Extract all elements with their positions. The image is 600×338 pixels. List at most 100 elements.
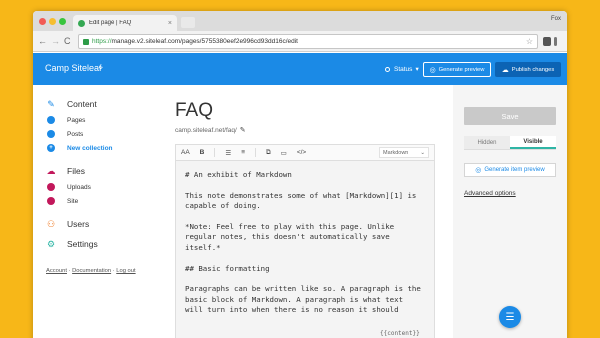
editor-line: This note demonstrates some of what [Mar…	[185, 190, 417, 211]
logout-link[interactable]: Log out	[116, 268, 135, 274]
font-size-icon[interactable]: AA	[181, 149, 190, 156]
chat-icon: ☰	[505, 311, 515, 323]
hidden-option[interactable]: Hidden	[464, 136, 510, 149]
browser-window: Edit page | FAQ × Fox ← → C https:// man…	[33, 11, 567, 338]
status-label: Status	[394, 65, 413, 73]
post-icon	[47, 130, 55, 138]
sidebar-label: Pages	[67, 116, 86, 124]
sidebar-label: Uploads	[67, 183, 91, 191]
sidebar-item-posts[interactable]: Posts	[47, 130, 83, 138]
sidebar-label: Settings	[67, 239, 98, 249]
sidebar-label: Files	[67, 166, 85, 176]
cloud-icon: ☁	[501, 66, 509, 74]
status-dot-icon	[385, 66, 390, 72]
back-icon[interactable]: ←	[38, 36, 47, 46]
forward-icon[interactable]: →	[51, 36, 60, 46]
pencil-icon: ✎	[47, 99, 55, 109]
generate-preview-button[interactable]: ◎ Generate preview	[423, 62, 491, 77]
profile-name[interactable]: Fox	[551, 16, 561, 22]
markdown-editor[interactable]: # An exhibit of Markdown This note demon…	[175, 160, 435, 338]
bullet-list-icon[interactable]: ☰	[225, 149, 231, 157]
sidebar: ✎ Content Pages Posts + New collection ☁…	[33, 85, 157, 338]
permalink-text: camp.siteleaf.net/faq/	[175, 126, 237, 134]
minimize-window-icon[interactable]	[49, 18, 56, 25]
sidebar-item-pages[interactable]: Pages	[47, 116, 85, 124]
cloud-icon: ☁	[46, 166, 56, 176]
code-icon[interactable]: </>	[297, 149, 306, 156]
generate-item-preview-button[interactable]: ◎ Generate item preview	[464, 163, 556, 177]
advanced-options-link[interactable]: Advanced options	[464, 190, 516, 197]
publish-changes-label: Publish changes	[511, 66, 555, 73]
eye-icon: ◎	[429, 66, 436, 74]
sidebar-footer: Account · Documentation · Log out	[46, 268, 136, 274]
toolbar-divider	[214, 148, 216, 157]
content-variable-tag: {{content}}	[378, 330, 422, 337]
menu-icon[interactable]	[554, 37, 557, 46]
browser-toolbar: ← → C https:// manage.v2.siteleaf.com/pa…	[33, 31, 567, 52]
status-dropdown[interactable]: Status ▾	[385, 65, 419, 73]
documentation-link[interactable]: Documentation	[72, 268, 111, 274]
close-window-icon[interactable]	[39, 18, 46, 25]
save-button[interactable]: Save	[464, 107, 556, 125]
sidebar-item-site[interactable]: Site	[47, 197, 78, 205]
edit-permalink-icon[interactable]: ✎	[240, 126, 246, 134]
url-scheme: https://	[92, 38, 112, 45]
extension-icon[interactable]	[543, 37, 551, 46]
sidebar-item-new-collection[interactable]: + New collection	[47, 144, 113, 152]
sidebar-item-files[interactable]: ☁ Files	[47, 166, 85, 176]
lock-icon	[83, 38, 89, 45]
sidebar-item-uploads[interactable]: Uploads	[47, 183, 91, 191]
sidebar-label: Site	[67, 197, 79, 205]
sidebar-label: Posts	[67, 130, 84, 138]
chat-help-button[interactable]: ☰	[499, 306, 521, 328]
link-icon[interactable]: ⧉	[266, 149, 271, 157]
visible-option[interactable]: Visible	[510, 136, 556, 149]
numbered-list-icon[interactable]: ≡	[241, 149, 245, 156]
url-text: manage.v2.siteleaf.com/pages/5755380eef2…	[111, 38, 298, 45]
format-value: Markdown	[383, 149, 409, 156]
editor-main: FAQ camp.siteleaf.net/faq/ ✎ AA B ☰ ≡ ⧉ …	[157, 85, 453, 338]
gear-icon: ⚙	[46, 239, 56, 249]
site-icon	[47, 197, 55, 205]
page-icon	[47, 116, 55, 124]
sidebar-label: Users	[67, 219, 90, 229]
chevron-down-icon: ⌄	[420, 149, 425, 156]
editor-line: # An exhibit of Markdown	[185, 170, 292, 179]
tab-strip: Edit page | FAQ × Fox	[33, 11, 567, 31]
chevron-down-icon[interactable]: ⌄	[97, 61, 105, 72]
right-panel: Save Hidden Visible ◎ Generate item prev…	[453, 85, 567, 338]
browser-tab[interactable]: Edit page | FAQ ×	[73, 15, 177, 31]
app-header: Camp Siteleaf ⌄ Status ▾ ◎ Generate prev…	[33, 53, 567, 85]
publish-changes-button[interactable]: ☁ Publish changes	[495, 62, 561, 77]
sidebar-item-content[interactable]: ✎ Content	[47, 99, 97, 109]
sidebar-item-users[interactable]: ⚇ Users	[47, 219, 89, 229]
sidebar-label: Content	[67, 99, 97, 109]
editor-line: Paragraphs can be written like so. A par…	[185, 284, 421, 315]
users-icon: ⚇	[46, 219, 56, 229]
image-icon[interactable]: ▭	[281, 149, 287, 157]
new-tab-button[interactable]	[181, 17, 195, 28]
status-caret-icon: ▾	[415, 66, 419, 73]
tab-title: Edit page | FAQ	[89, 20, 132, 26]
page-permalink: camp.siteleaf.net/faq/ ✎	[175, 126, 246, 135]
eye-icon: ◎	[475, 167, 482, 174]
editor-line: ## Basic formatting	[185, 263, 270, 273]
account-link[interactable]: Account	[46, 268, 67, 274]
generate-item-preview-label: Generate item preview	[484, 167, 545, 173]
format-select[interactable]: Markdown ⌄	[379, 147, 429, 158]
page-title[interactable]: FAQ	[175, 100, 213, 122]
plus-icon: +	[47, 144, 55, 152]
editor-toolbar: AA B ☰ ≡ ⧉ ▭ </> Markdown ⌄	[175, 144, 435, 160]
tab-close-icon[interactable]: ×	[168, 20, 172, 27]
sidebar-item-settings[interactable]: ⚙ Settings	[47, 239, 98, 249]
maximize-window-icon[interactable]	[59, 18, 66, 25]
address-bar[interactable]: https:// manage.v2.siteleaf.com/pages/57…	[78, 34, 538, 49]
bold-icon[interactable]: B	[200, 149, 205, 156]
siteleaf-favicon-icon	[78, 19, 85, 27]
upload-icon	[47, 183, 55, 191]
bookmark-star-icon[interactable]: ☆	[526, 37, 533, 46]
sidebar-label: New collection	[67, 144, 113, 152]
site-name[interactable]: Camp Siteleaf	[45, 63, 102, 73]
reload-icon[interactable]: C	[64, 36, 71, 46]
generate-preview-label: Generate preview	[438, 66, 485, 73]
